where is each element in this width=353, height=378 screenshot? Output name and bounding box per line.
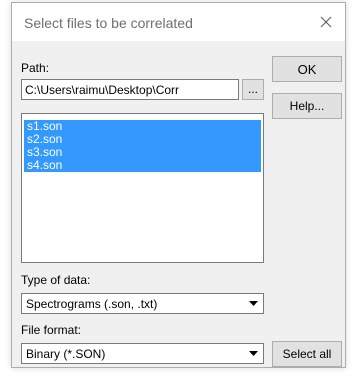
file-format-select[interactable]: Binary (*.SON) bbox=[21, 343, 264, 364]
select-files-dialog: Select files to be correlated Path: ... … bbox=[11, 2, 346, 368]
close-button[interactable] bbox=[313, 9, 339, 35]
ok-button[interactable]: OK bbox=[272, 56, 342, 82]
select-all-button[interactable]: Select all bbox=[272, 341, 342, 367]
type-of-data-value: Spectrograms (.son, .txt) bbox=[26, 297, 158, 311]
file-listbox[interactable]: s1.son s2.son s3.son s4.son bbox=[21, 113, 264, 263]
type-of-data-select[interactable]: Spectrograms (.son, .txt) bbox=[21, 293, 264, 314]
chevron-down-icon[interactable] bbox=[245, 295, 262, 312]
list-item[interactable]: s4.son bbox=[24, 159, 261, 172]
close-icon bbox=[320, 16, 332, 28]
file-format-value: Binary (*.SON) bbox=[26, 347, 106, 361]
file-format-label: File format: bbox=[21, 323, 82, 337]
title-bar: Select files to be correlated bbox=[12, 3, 345, 41]
type-of-data-label: Type of data: bbox=[21, 273, 91, 287]
browse-button[interactable]: ... bbox=[242, 79, 264, 100]
help-button[interactable]: Help... bbox=[272, 93, 342, 119]
chevron-down-icon[interactable] bbox=[245, 345, 262, 362]
window-title: Select files to be correlated bbox=[24, 15, 193, 31]
path-input[interactable] bbox=[21, 79, 239, 100]
path-label: Path: bbox=[21, 61, 50, 75]
